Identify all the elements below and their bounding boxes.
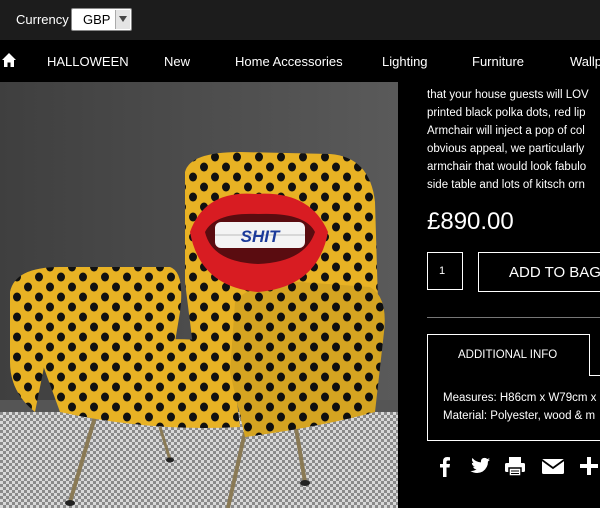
nav-item-halloween[interactable]: HALLOWEEN	[47, 54, 129, 69]
description-line: that your house guests will LOV	[427, 89, 589, 101]
material-text: Material: Polyester, wood & m	[443, 410, 596, 422]
description-line: armchair that would look fabulo	[427, 161, 587, 173]
additional-info-panel: Measures: H86cm x W79cm x Material: Poly…	[427, 375, 600, 441]
nav-item-lighting[interactable]: Lighting	[382, 54, 428, 69]
currency-value: GBP	[83, 12, 111, 27]
facebook-icon[interactable]	[434, 455, 456, 477]
product-details: that your house guests will LOV printed …	[398, 82, 600, 508]
product-description: that your house guests will LOV printed …	[427, 86, 600, 194]
currency-label: Currency	[16, 12, 69, 27]
email-icon[interactable]	[541, 455, 565, 477]
product-image[interactable]: SHIT	[0, 82, 398, 508]
nav-item-wallpaper[interactable]: Wallp	[570, 54, 600, 69]
home-icon[interactable]	[1, 52, 17, 68]
divider	[427, 317, 600, 318]
chevron-down-icon[interactable]	[115, 10, 130, 29]
armchair-illustration: SHIT	[0, 82, 398, 508]
add-to-bag-label: ADD TO BAG	[509, 264, 600, 281]
measures-text: Measures: H86cm x W79cm x	[443, 392, 597, 404]
quantity-value: 1	[439, 265, 446, 277]
product-price: £890.00	[427, 208, 514, 235]
add-to-bag-button[interactable]: ADD TO BAG	[478, 252, 600, 292]
plus-icon[interactable]	[578, 455, 600, 477]
quantity-input[interactable]: 1	[427, 252, 463, 290]
lips-text: SHIT	[241, 227, 281, 246]
nav-item-new[interactable]: New	[164, 54, 190, 69]
currency-select[interactable]: GBP	[71, 8, 132, 31]
top-bar: Currency GBP	[0, 0, 600, 40]
main-nav: HALLOWEEN New Home Accessories Lighting …	[0, 40, 600, 82]
nav-item-furniture[interactable]: Furniture	[472, 54, 524, 69]
twitter-icon[interactable]	[469, 455, 491, 477]
print-icon[interactable]	[504, 455, 526, 477]
nav-item-home-accessories[interactable]: Home Accessories	[235, 54, 343, 69]
tab-additional-info[interactable]: ADDITIONAL INFO	[427, 334, 590, 376]
description-line: side table and lots of kitsch orn	[427, 179, 585, 191]
description-line: printed black polka dots, red lip	[427, 107, 586, 119]
description-line: Armchair will inject a pop of col	[427, 125, 585, 137]
description-line: obvious appeal, we particularly	[427, 143, 585, 155]
tab-additional-info-label: ADDITIONAL INFO	[458, 349, 558, 361]
